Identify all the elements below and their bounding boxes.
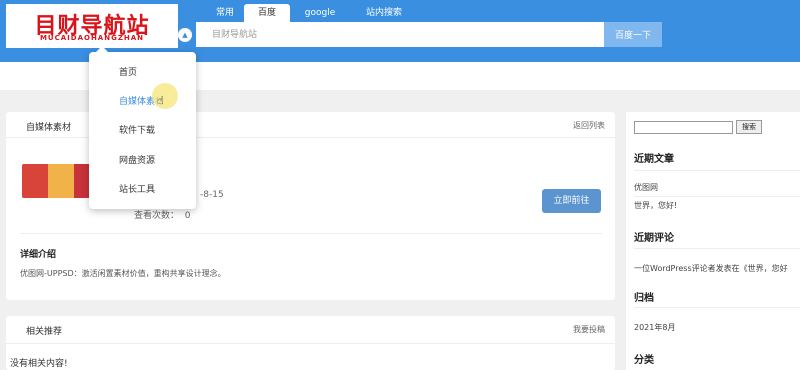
divider bbox=[20, 233, 602, 234]
menu-item-cloud-resources[interactable]: 网盘资源 bbox=[119, 153, 155, 166]
recent-post-link[interactable]: 世界，您好! bbox=[634, 200, 677, 211]
sidebar: 搜索 近期文章 优图网 世界，您好! 近期评论 一位WordPress评论者发表… bbox=[626, 112, 800, 370]
divider bbox=[634, 170, 800, 171]
detail-title: 详细介绍 bbox=[20, 250, 57, 260]
tab-google[interactable]: google bbox=[296, 4, 344, 22]
recent-post-link[interactable]: 优图网 bbox=[634, 182, 658, 193]
hand-cursor-icon: ☝ bbox=[157, 94, 164, 107]
back-to-list-link[interactable]: 返回列表 bbox=[573, 120, 605, 131]
search-button[interactable]: 百度一下 bbox=[604, 22, 662, 47]
menu-item-home[interactable]: 首页 bbox=[119, 65, 137, 78]
submit-link[interactable]: 我要投稿 bbox=[573, 324, 605, 335]
tab-site-search[interactable]: 站内搜索 bbox=[356, 4, 412, 22]
nav-dropdown-menu: 首页 自媒体素材 软件下载 网盘资源 站长工具 bbox=[89, 46, 196, 209]
views-value: 0 bbox=[184, 211, 191, 221]
related-title: 相关推荐 bbox=[26, 327, 63, 337]
related-header: 相关推荐 我要投稿 bbox=[6, 316, 615, 344]
visit-now-button[interactable]: 立即前往 bbox=[542, 189, 601, 213]
divider bbox=[634, 248, 800, 249]
tab-baidu[interactable]: 百度 bbox=[244, 4, 290, 22]
archive-title: 归档 bbox=[634, 293, 654, 304]
recent-posts-title: 近期文章 bbox=[634, 154, 674, 165]
views-label: 查看次数： bbox=[134, 211, 180, 221]
recent-comments-title: 近期评论 bbox=[634, 233, 674, 244]
logo-sub-text: MUCAIDAOHANGZHAN bbox=[39, 34, 145, 42]
cursor-highlight bbox=[152, 83, 178, 109]
no-related-text: 没有相关内容! bbox=[10, 359, 68, 369]
search-input[interactable] bbox=[196, 22, 604, 47]
menu-item-webmaster-tools[interactable]: 站长工具 bbox=[119, 182, 155, 195]
menu-item-software-download[interactable]: 软件下载 bbox=[119, 123, 155, 136]
recent-comment-link[interactable]: 一位WordPress评论者发表在《世界，您好 bbox=[634, 263, 788, 274]
category-title: 分类 bbox=[634, 355, 654, 366]
sidebar-search-input[interactable] bbox=[634, 121, 733, 134]
divider bbox=[634, 307, 800, 308]
detail-text: 优图网-UPPSD：激活闲置素材价值，重构共享设计理念。 bbox=[20, 269, 226, 278]
publish-date: -8-15 bbox=[200, 190, 224, 200]
sidebar-search-button[interactable]: 搜索 bbox=[736, 120, 762, 134]
card-title: 自媒体素材 bbox=[26, 123, 72, 133]
archive-item-link[interactable]: 2021年8月 bbox=[634, 322, 675, 333]
site-logo[interactable]: 目财导航站 MUCAIDAOHANGZHAN bbox=[6, 4, 178, 48]
related-card: 相关推荐 我要投稿 bbox=[6, 316, 615, 370]
divider bbox=[634, 196, 800, 197]
search-engine-toggle-icon[interactable]: ▲ bbox=[178, 28, 192, 42]
views-count: 查看次数： 0 bbox=[134, 208, 190, 221]
